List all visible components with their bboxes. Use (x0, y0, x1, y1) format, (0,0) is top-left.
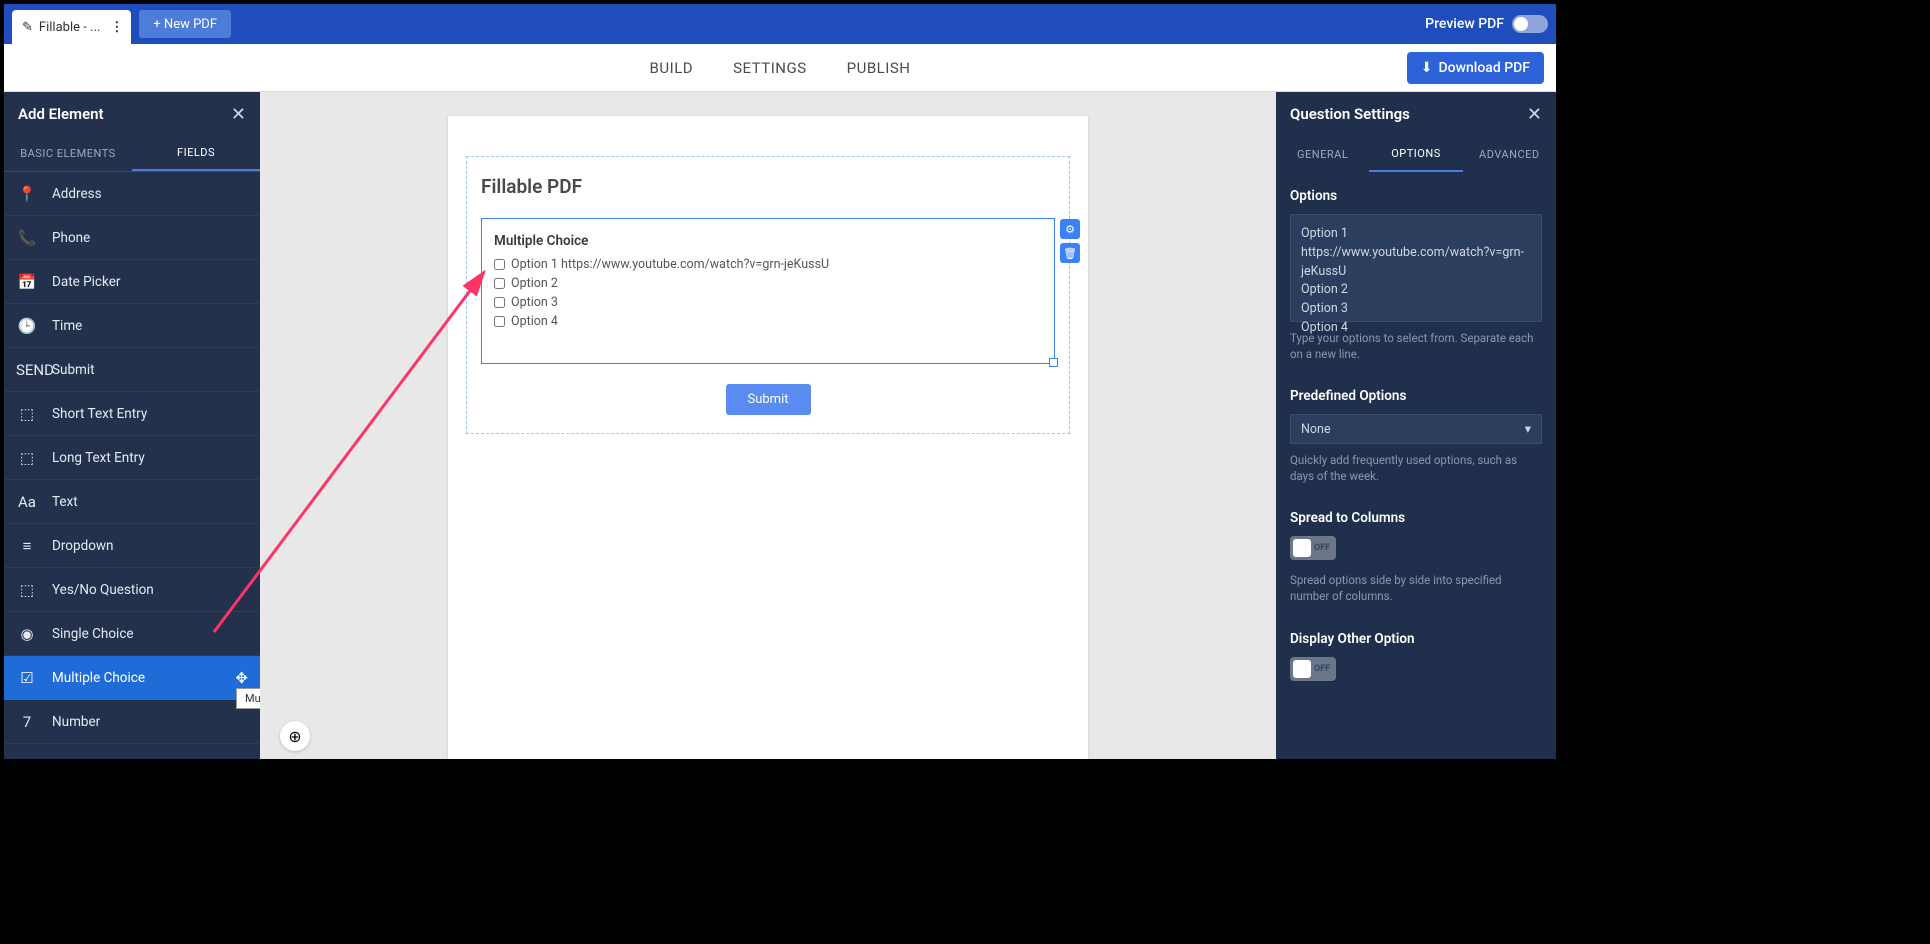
left-panel-title: Add Element (18, 105, 104, 123)
field-item-date-picker[interactable]: 📅 Date Picker (4, 260, 260, 304)
field-item-time[interactable]: 🕒 Time (4, 304, 260, 348)
field-item-yes-no-question[interactable]: ⬚ Yes/No Question (4, 568, 260, 612)
field-label: Phone (52, 230, 90, 246)
multiple-choice-icon: ☑ (16, 669, 38, 687)
close-icon[interactable]: ✕ (1527, 104, 1542, 125)
time-icon: 🕒 (16, 317, 38, 335)
single-choice-icon: ◉ (16, 625, 38, 643)
field-item-short-text-entry[interactable]: ⬚ Short Text Entry (4, 392, 260, 436)
mc-option[interactable]: Option 4 (494, 314, 1042, 329)
delete-action-icon[interactable]: 🗑 (1060, 243, 1080, 263)
field-label: Dropdown (52, 538, 114, 554)
dropdown-icon: ≡ (16, 537, 38, 555)
field-item-long-text-entry[interactable]: ⬚ Long Text Entry (4, 436, 260, 480)
options-label: Options (1290, 188, 1542, 204)
tab-general[interactable]: GENERAL (1276, 136, 1369, 172)
canvas-area[interactable]: Fillable PDF Multiple Choice Option 1 ht… (260, 92, 1276, 759)
tab-fillable[interactable]: ✎ Fillable - ... ⋮ (12, 10, 131, 44)
submit-button[interactable]: Submit (726, 384, 811, 415)
tab-options[interactable]: OPTIONS (1369, 136, 1462, 172)
field-item-dropdown[interactable]: ≡ Dropdown (4, 524, 260, 568)
field-item-number[interactable]: 7 Number (4, 700, 260, 744)
mc-option[interactable]: Option 1 https://www.youtube.com/watch?v… (494, 257, 1042, 272)
mc-option[interactable]: Option 3 (494, 295, 1042, 310)
tooltip: Multiple Choice (236, 688, 260, 709)
long-text-entry-icon: ⬚ (16, 449, 38, 467)
checkbox[interactable] (494, 278, 505, 289)
tab-advanced[interactable]: ADVANCED (1463, 136, 1556, 172)
navbar: BUILD SETTINGS PUBLISH ⬇ Download PDF (4, 44, 1556, 92)
topbar: ✎ Fillable - ... ⋮ + New PDF Preview PDF (4, 4, 1556, 44)
yes-no-question-icon: ⬚ (16, 581, 38, 599)
field-item-text[interactable]: Aa Text (4, 480, 260, 524)
options-hint: Type your options to select from. Separa… (1290, 330, 1542, 362)
other-toggle[interactable]: OFF (1290, 657, 1336, 681)
document-title[interactable]: Fillable PDF (481, 175, 1055, 198)
options-textarea[interactable]: Option 1 https://www.youtube.com/watch?v… (1290, 214, 1542, 322)
checkbox[interactable] (494, 297, 505, 308)
checkbox[interactable] (494, 316, 505, 327)
field-item-multiple-choice[interactable]: ☑Multiple Choice✥Multiple Choice (4, 656, 260, 700)
field-item-single-choice[interactable]: ◉ Single Choice (4, 612, 260, 656)
multiple-choice-block[interactable]: Multiple Choice Option 1 https://www.you… (481, 218, 1055, 364)
nav-build[interactable]: BUILD (650, 59, 694, 77)
field-item-submit[interactable]: SEND Submit (4, 348, 260, 392)
field-label: Submit (52, 362, 95, 378)
field-label: Address (52, 186, 102, 202)
option-label: Option 1 https://www.youtube.com/watch?v… (511, 257, 829, 272)
right-panel: Question Settings ✕ GENERAL OPTIONS ADVA… (1276, 92, 1556, 759)
download-icon: ⬇ (1421, 60, 1433, 76)
right-panel-title: Question Settings (1290, 105, 1410, 123)
tab-menu-icon[interactable]: ⋮ (110, 20, 121, 35)
preview-pdf-toggle[interactable]: Preview PDF (1425, 15, 1548, 33)
option-label: Option 2 (511, 276, 558, 291)
tab-label: Fillable - ... (39, 20, 100, 35)
mc-option[interactable]: Option 2 (494, 276, 1042, 291)
predefined-label: Predefined Options (1290, 388, 1542, 404)
date-picker-icon: 📅 (16, 273, 38, 291)
phone-icon: 📞 (16, 229, 38, 247)
toggle-icon[interactable] (1512, 15, 1548, 33)
pdf-document: Fillable PDF Multiple Choice Option 1 ht… (448, 116, 1088, 759)
checkbox[interactable] (494, 259, 505, 270)
predefined-select[interactable]: None ▾ (1290, 414, 1542, 444)
field-label: Yes/No Question (52, 582, 154, 598)
field-label: Single Choice (52, 626, 134, 642)
drag-handle-icon[interactable]: ✥ (235, 669, 248, 687)
text-icon: Aa (16, 493, 38, 511)
tab-fields[interactable]: FIELDS (132, 136, 260, 171)
edit-icon: ✎ (22, 20, 33, 35)
field-label: Number (52, 714, 100, 730)
field-label: Multiple Choice (52, 670, 145, 686)
tab-basic-elements[interactable]: BASIC ELEMENTS (4, 136, 132, 171)
option-label: Option 4 (511, 314, 558, 329)
chevron-down-icon: ▾ (1525, 421, 1531, 437)
field-label: Time (52, 318, 82, 334)
field-label: Long Text Entry (52, 450, 145, 466)
address-icon: 📍 (16, 185, 38, 203)
new-pdf-button[interactable]: + New PDF (139, 10, 231, 38)
zoom-in-button[interactable]: ⊕ (280, 721, 310, 751)
option-label: Option 3 (511, 295, 558, 310)
nav-settings[interactable]: SETTINGS (733, 59, 807, 77)
spread-toggle[interactable]: OFF (1290, 536, 1336, 560)
settings-action-icon[interactable]: ⚙ (1060, 219, 1080, 239)
mc-question-title[interactable]: Multiple Choice (494, 233, 1042, 249)
download-pdf-button[interactable]: ⬇ Download PDF (1407, 52, 1544, 84)
short-text-entry-icon: ⬚ (16, 405, 38, 423)
submit-icon: SEND (16, 361, 38, 379)
other-label: Display Other Option (1290, 631, 1542, 647)
close-icon[interactable]: ✕ (231, 104, 246, 125)
field-label: Text (52, 494, 78, 510)
predefined-hint: Quickly add frequently used options, suc… (1290, 452, 1542, 484)
nav-publish[interactable]: PUBLISH (847, 59, 911, 77)
left-panel: Add Element ✕ BASIC ELEMENTS FIELDS 📍 Add… (4, 92, 260, 759)
number-icon: 7 (16, 713, 38, 731)
spread-hint: Spread options side by side into specifi… (1290, 572, 1542, 604)
spread-label: Spread to Columns (1290, 510, 1542, 526)
field-label: Short Text Entry (52, 406, 147, 422)
field-item-address[interactable]: 📍 Address (4, 172, 260, 216)
field-item-phone[interactable]: 📞 Phone (4, 216, 260, 260)
field-label: Date Picker (52, 274, 120, 290)
